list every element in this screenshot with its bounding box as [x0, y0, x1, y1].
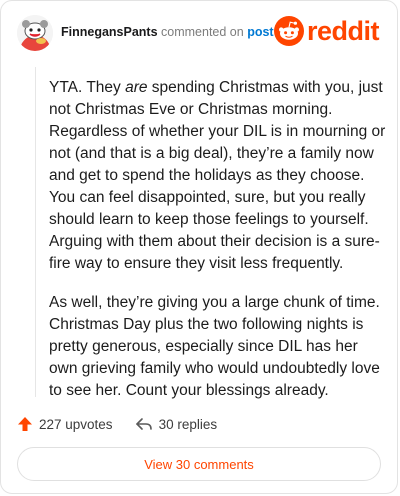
upvotes-count: 227 upvotes — [39, 416, 113, 432]
author-username[interactable]: FinnegansPants — [61, 25, 158, 39]
comment-paragraph: As well, they’re giving you a large chun… — [49, 294, 380, 399]
user-avatar[interactable] — [17, 15, 53, 51]
reply-arrow-icon — [135, 418, 152, 430]
comment-body: YTA. They are spending Christmas with yo… — [49, 77, 387, 419]
reddit-logo[interactable]: reddit — [273, 13, 380, 49]
snoo-avatar-icon — [17, 15, 53, 51]
replies-button[interactable]: 30 replies — [135, 416, 218, 432]
reddit-wordmark: reddit — [306, 15, 380, 46]
upvote-arrow-icon — [18, 417, 32, 431]
comment-actions: 227 upvotes 30 replies — [17, 413, 239, 435]
comment-header: FinnegansPants commented on post reddit — [17, 15, 383, 53]
commented-on-text: commented on — [161, 25, 244, 39]
thread-line — [35, 67, 36, 397]
replies-count: 30 replies — [158, 416, 218, 432]
post-link[interactable]: post — [247, 25, 273, 39]
comment-paragraph: YTA. They are spending Christmas with yo… — [49, 79, 386, 272]
comment-card: FinnegansPants commented on post reddit … — [0, 0, 398, 494]
comment-meta: FinnegansPants commented on post — [61, 25, 274, 39]
upvote-button[interactable]: 227 upvotes — [17, 416, 113, 432]
view-comments-button[interactable]: View 30 comments — [17, 447, 381, 481]
reddit-logo-icon — [273, 16, 304, 46]
emphasis-text: are — [125, 79, 148, 96]
